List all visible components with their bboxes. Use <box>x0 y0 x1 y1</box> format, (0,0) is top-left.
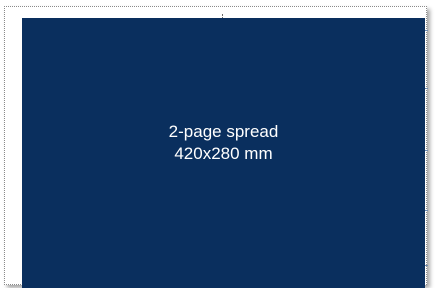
bleed-tick <box>425 210 428 211</box>
bleed-tick <box>425 265 428 266</box>
layout-canvas: 2-page spread 420x280 mm <box>0 0 437 288</box>
spread-panel: 2-page spread 420x280 mm <box>22 18 425 288</box>
bleed-tick <box>425 150 428 151</box>
spread-label: 2-page spread 420x280 mm <box>169 121 279 165</box>
bleed-tick <box>425 30 428 31</box>
bleed-tick <box>425 88 428 89</box>
spread-dimensions: 420x280 mm <box>174 144 273 163</box>
spread-title: 2-page spread <box>168 122 279 141</box>
